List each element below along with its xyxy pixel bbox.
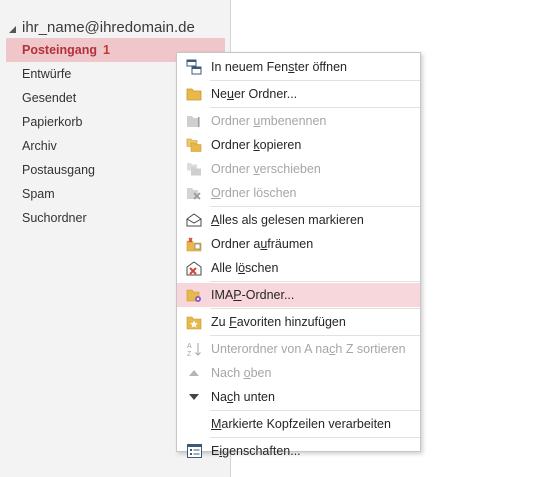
- rename-folder-icon: [177, 114, 211, 128]
- menu-item-delete-all[interactable]: Alle löschen: [177, 256, 420, 280]
- menu-item-imap-folders[interactable]: IMAP-Ordner...: [177, 283, 420, 307]
- menu-label: Unterordner von A nach Z sortieren: [211, 342, 406, 356]
- menu-item-clean-up-folder[interactable]: Ordner aufräumen: [177, 232, 420, 256]
- menu-separator: [210, 437, 420, 438]
- open-envelope-icon: [177, 213, 211, 227]
- menu-label: Ordner aufräumen: [211, 237, 314, 251]
- folder-label: Gesendet: [22, 91, 77, 105]
- menu-item-mark-all-read[interactable]: Alles als gelesen markieren: [177, 208, 420, 232]
- menu-label: In neuem Fenster öffnen: [211, 60, 347, 74]
- unread-count-badge: 1: [103, 43, 110, 57]
- account-header[interactable]: ihr_name@ihredomain.de: [9, 17, 195, 37]
- menu-item-open-new-window[interactable]: In neuem Fenster öffnen: [177, 55, 420, 79]
- collapse-caret-icon[interactable]: [9, 25, 16, 33]
- menu-label: Zu Favoriten hinzufügen: [211, 315, 346, 329]
- clean-up-folder-icon: [177, 237, 211, 252]
- menu-label: Ordner löschen: [211, 186, 297, 200]
- arrow-down-icon: [177, 393, 211, 401]
- folder-label: Spam: [22, 187, 55, 201]
- folder-label: Suchordner: [22, 211, 87, 225]
- folder-label: Entwürfe: [22, 67, 72, 81]
- folder-label: Papierkorb: [22, 115, 83, 129]
- menu-label: Ordner kopieren: [211, 138, 302, 152]
- properties-icon: [177, 444, 211, 458]
- menu-item-process-headers[interactable]: Markierte Kopfzeilen verarbeiten: [177, 412, 420, 436]
- menu-label: Markierte Kopfzeilen verarbeiten: [211, 417, 391, 431]
- move-folder-icon: [177, 162, 211, 176]
- delete-all-icon: [177, 260, 211, 276]
- menu-label: Neuer Ordner...: [211, 87, 298, 101]
- folder-label: Posteingang: [22, 43, 98, 57]
- menu-item-properties[interactable]: Eigenschaften...: [177, 439, 420, 463]
- menu-separator: [210, 281, 420, 282]
- folder-context-menu: In neuem Fenster öffnen Neuer Ordner... …: [176, 52, 421, 458]
- menu-item-new-folder[interactable]: Neuer Ordner...: [177, 82, 420, 106]
- menu-separator: [210, 335, 420, 336]
- favorite-star-folder-icon: [177, 315, 211, 330]
- menu-label: Eigenschaften...: [211, 444, 301, 458]
- svg-text:Z: Z: [187, 351, 192, 357]
- arrow-up-icon: [177, 369, 211, 377]
- account-name: ihr_name@ihredomain.de: [22, 18, 195, 36]
- menu-separator: [210, 107, 420, 108]
- menu-item-copy-folder[interactable]: Ordner kopieren: [177, 133, 420, 157]
- menu-label: IMAP-Ordner...: [211, 288, 295, 302]
- folder-label: Postausgang: [22, 163, 95, 177]
- folder-icon: [177, 87, 211, 101]
- menu-label: Nach unten: [211, 390, 275, 404]
- delete-folder-icon: [177, 186, 211, 200]
- menu-item-move-down[interactable]: Nach unten: [177, 385, 420, 409]
- copy-folder-icon: [177, 138, 211, 152]
- menu-separator: [210, 206, 420, 207]
- menu-separator: [210, 410, 420, 411]
- menu-item-add-to-favorites[interactable]: Zu Favoriten hinzufügen: [177, 310, 420, 334]
- menu-item-delete-folder[interactable]: Ordner löschen: [177, 181, 420, 205]
- menu-label: Ordner verschieben: [211, 162, 321, 176]
- menu-separator: [210, 308, 420, 309]
- svg-text:A: A: [187, 343, 192, 350]
- menu-label: Ordner umbenennen: [211, 114, 327, 128]
- new-window-icon: [177, 59, 211, 75]
- folder-label: Archiv: [22, 139, 57, 153]
- imap-folder-gear-icon: [177, 288, 211, 303]
- menu-item-rename-folder[interactable]: Ordner umbenennen: [177, 109, 420, 133]
- menu-item-sort-subfolders[interactable]: AZ Unterordner von A nach Z sortieren: [177, 337, 420, 361]
- menu-separator: [210, 80, 420, 81]
- menu-label: Alles als gelesen markieren: [211, 213, 364, 227]
- menu-item-move-up[interactable]: Nach oben: [177, 361, 420, 385]
- sort-a-z-icon: AZ: [177, 341, 211, 357]
- menu-label: Alle löschen: [211, 261, 279, 275]
- menu-label: Nach oben: [211, 366, 272, 380]
- menu-item-move-folder[interactable]: Ordner verschieben: [177, 157, 420, 181]
